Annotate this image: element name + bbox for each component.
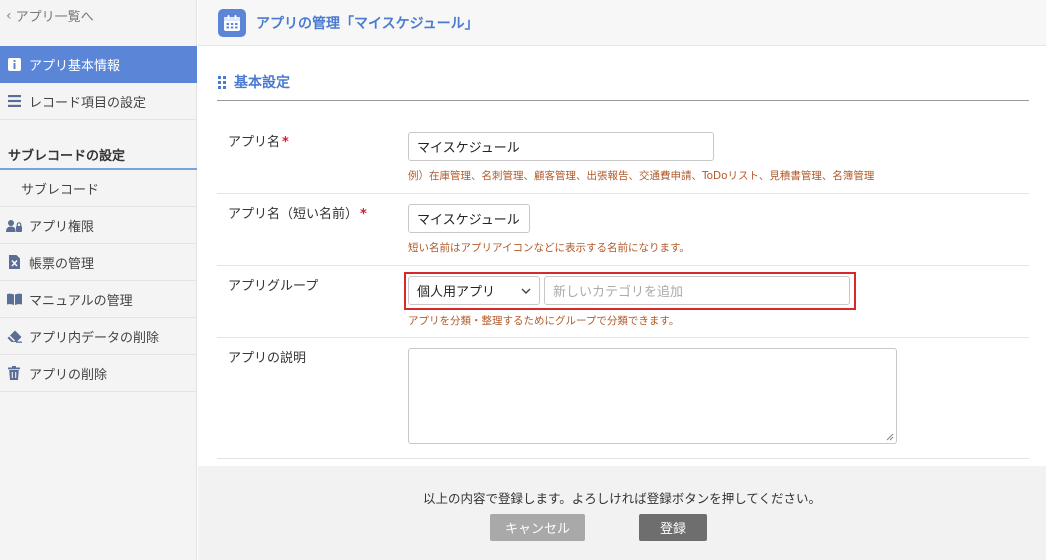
calendar-icon	[218, 8, 246, 37]
excel-file-icon	[6, 254, 22, 270]
description-textarea[interactable]	[408, 348, 897, 444]
sidebar-item-label: アプリ内データの削除	[29, 330, 160, 346]
back-to-app-list-link[interactable]: ‹ アプリ一覧へ	[6, 6, 94, 26]
sidebar-item-label: レコード項目の設定	[29, 95, 147, 111]
cancel-button[interactable]: キャンセル	[490, 514, 585, 541]
sidebar-section-heading: サブレコードの設定	[0, 140, 197, 170]
short-name-hint: 短い名前はアプリアイコンなどに表示する名前になります。	[408, 242, 690, 254]
list-icon	[6, 93, 22, 109]
grip-icon	[218, 75, 226, 89]
row-divider	[217, 265, 1029, 266]
sidebar-item-label: 帳票の管理	[29, 256, 95, 272]
chevron-left-icon: ‹	[6, 7, 12, 24]
description-label: アプリの説明	[228, 351, 307, 366]
user-lock-icon	[6, 217, 22, 233]
sidebar-item-record-fields[interactable]: レコード項目の設定	[0, 83, 197, 120]
app-group-label: アプリグループ	[228, 279, 319, 294]
app-name-label: アプリ名 *	[228, 135, 289, 150]
form-footer: 以上の内容で登録します。よろしければ登録ボタンを押してください。 キャンセル 登…	[198, 466, 1046, 560]
sidebar-item-report-management[interactable]: 帳票の管理	[0, 244, 197, 281]
sidebar: ‹ アプリ一覧へ アプリ基本情報 レコード項目の設定 サブレコードの設定 サブレ…	[0, 0, 197, 560]
row-divider	[217, 458, 1029, 459]
sidebar-item-label: サブレコード	[21, 182, 100, 198]
page-header: アプリの管理「マイスケジュール」	[198, 0, 1046, 46]
required-mark: *	[360, 207, 367, 222]
info-icon	[6, 57, 22, 73]
row-divider	[217, 337, 1029, 338]
eraser-icon	[6, 328, 22, 344]
sidebar-item-label: アプリ権限	[29, 219, 95, 235]
new-category-input[interactable]: 新しいカテゴリを追加	[544, 276, 850, 305]
section-title-text: 基本設定	[234, 75, 290, 91]
app-group-hint: アプリを分類・整理するためにグループで分類できます。	[408, 315, 680, 327]
confirm-message: 以上の内容で登録します。よろしければ登録ボタンを押してください。	[422, 491, 821, 506]
sidebar-item-label: アプリの削除	[29, 367, 108, 383]
sidebar-item-manual-management[interactable]: マニュアルの管理	[0, 281, 197, 318]
sidebar-item-app-permissions[interactable]: アプリ権限	[0, 207, 197, 244]
app-name-hint: 例）在庫管理、名刺管理、顧客管理、出張報告、交通費申請、ToDoリスト、見積書管…	[408, 170, 875, 182]
sidebar-item-delete-app-data[interactable]: アプリ内データの削除	[0, 318, 197, 355]
back-link-label: アプリ一覧へ	[15, 10, 94, 25]
row-divider	[217, 193, 1029, 194]
section-title: 基本設定	[218, 72, 290, 92]
page-title: アプリの管理「マイスケジュール」	[256, 15, 479, 32]
short-name-input[interactable]: マイスケジュール	[408, 204, 530, 233]
sidebar-item-label: マニュアルの管理	[29, 293, 133, 309]
short-name-label: アプリ名（短い名前） *	[228, 207, 367, 222]
sidebar-item-subrecord[interactable]: サブレコード	[0, 170, 197, 207]
sidebar-item-app-basic-info[interactable]: アプリ基本情報	[0, 46, 197, 83]
chevron-down-icon	[521, 283, 531, 298]
sidebar-item-label: アプリ基本情報	[29, 59, 121, 74]
resize-handle-icon[interactable]	[886, 433, 894, 441]
book-icon	[6, 291, 22, 307]
required-mark: *	[282, 135, 289, 150]
sidebar-item-delete-app[interactable]: アプリの削除	[0, 355, 197, 392]
app-group-select[interactable]: 個人用アプリ	[408, 276, 540, 305]
section-divider	[217, 100, 1029, 101]
app-name-input[interactable]: マイスケジュール	[408, 132, 714, 161]
save-button[interactable]: 登録	[639, 514, 707, 541]
trash-icon	[6, 365, 22, 381]
